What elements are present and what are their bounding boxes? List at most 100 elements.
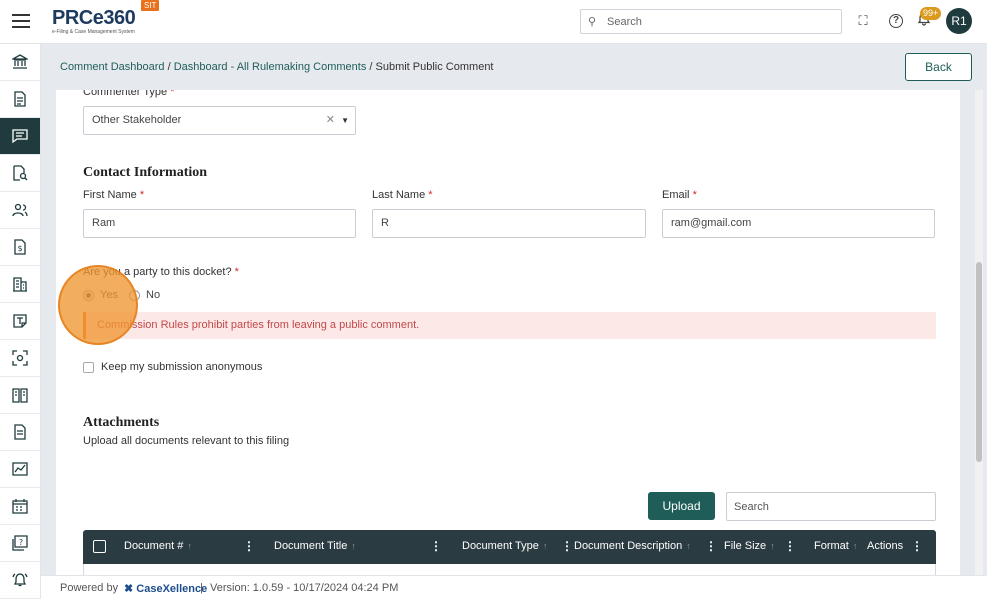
sort-icon[interactable]: ↑ xyxy=(543,541,548,551)
breadcrumb-all-rulemaking-comments[interactable]: Dashboard - All Rulemaking Comments xyxy=(174,61,367,73)
party-question-label: Are you a party to this docket? * xyxy=(83,266,239,278)
help-icon[interactable]: ? xyxy=(889,14,903,28)
dollar-document-icon: $ xyxy=(14,239,26,255)
sort-icon[interactable]: ↑ xyxy=(853,541,858,551)
commenter-type-label: Commenter Type * xyxy=(83,90,175,98)
table-row xyxy=(83,564,936,575)
sidebar-item-scan[interactable] xyxy=(0,340,40,377)
email-label: Email * xyxy=(662,189,697,201)
sidebar-item-comments[interactable] xyxy=(0,118,40,155)
search-icon: ⚲ xyxy=(588,16,597,28)
svg-text:$: $ xyxy=(17,244,22,253)
email-field[interactable]: ram@gmail.com xyxy=(662,209,935,238)
user-avatar[interactable]: R1 xyxy=(946,8,972,34)
col-file-size[interactable]: File Size ↑ xyxy=(724,540,775,552)
sort-icon[interactable]: ↑ xyxy=(187,541,192,551)
book-icon xyxy=(12,388,28,403)
file-icon xyxy=(14,424,26,440)
hamburger-menu-icon[interactable] xyxy=(12,14,30,28)
col-document-description[interactable]: Document Description ↑ xyxy=(574,540,691,552)
col-document-type[interactable]: Document Type ↑ xyxy=(462,540,547,552)
sort-icon[interactable]: ↑ xyxy=(686,541,691,551)
column-menu-icon[interactable]: ⋮ xyxy=(430,539,442,553)
sidebar-item-organizations[interactable] xyxy=(0,266,40,303)
upload-button[interactable]: Upload xyxy=(648,492,715,520)
sidebar-item-calendar[interactable] xyxy=(0,488,40,525)
svg-text:?: ? xyxy=(19,538,23,547)
caret-down-icon[interactable]: ▼ xyxy=(341,107,349,134)
top-bar: PRCe360 e-Filing & Case Management Syste… xyxy=(0,0,987,44)
party-yes-label[interactable]: Yes xyxy=(100,289,118,301)
column-menu-icon[interactable]: ⋮ xyxy=(784,539,796,553)
col-document-number[interactable]: Document # ↑ xyxy=(124,540,192,552)
attachments-table-header: Document # ↑ ⋮ Document Title ↑ ⋮ Document… xyxy=(83,530,936,564)
clear-icon[interactable]: ✕ xyxy=(326,107,335,134)
column-menu-icon[interactable]: ⋮ xyxy=(705,539,717,553)
sidebar: $ ? xyxy=(0,44,41,599)
notification-count-badge: 99+ xyxy=(920,7,942,20)
column-menu-icon[interactable]: ⋮ xyxy=(243,539,255,553)
calendar-icon xyxy=(12,499,28,514)
anonymous-checkbox[interactable] xyxy=(83,362,94,373)
comment-icon xyxy=(12,129,28,144)
building-icon xyxy=(13,277,27,292)
global-search-input[interactable] xyxy=(607,13,832,30)
attachments-heading: Attachments xyxy=(83,415,160,430)
sidebar-item-users[interactable] xyxy=(0,192,40,229)
col-document-title[interactable]: Document Title ↑ xyxy=(274,540,356,552)
template-icon xyxy=(13,314,27,328)
party-yes-radio[interactable] xyxy=(83,290,94,301)
sort-icon[interactable]: ↑ xyxy=(770,541,775,551)
last-name-field[interactable]: R xyxy=(372,209,646,238)
party-no-label[interactable]: No xyxy=(146,289,160,301)
commenter-type-value: Other Stakeholder xyxy=(92,114,182,126)
sidebar-item-doc-search[interactable] xyxy=(0,155,40,192)
column-menu-icon[interactable]: ⋮ xyxy=(911,539,923,553)
anonymous-label[interactable]: Keep my submission anonymous xyxy=(101,361,262,373)
attachments-subtext: Upload all documents relevant to this fi… xyxy=(83,435,290,447)
sidebar-item-help[interactable]: ? xyxy=(0,525,40,562)
sidebar-item-library[interactable] xyxy=(0,377,40,414)
logo-text: PRCe360 xyxy=(52,7,136,29)
help-doc-icon: ? xyxy=(12,535,28,551)
sort-icon[interactable]: ↑ xyxy=(351,541,356,551)
back-button[interactable]: Back xyxy=(905,53,972,81)
global-search: ⚲ xyxy=(580,9,842,34)
environment-badge: SIT xyxy=(141,0,160,11)
breadcrumb: Comment Dashboard / Dashboard - All Rule… xyxy=(60,61,494,73)
party-error-text: Commission Rules prohibit parties from l… xyxy=(97,319,420,331)
contact-information-heading: Contact Information xyxy=(83,165,208,180)
col-actions: Actions xyxy=(867,540,904,552)
app-logo[interactable]: PRCe360 e-Filing & Case Management Syste… xyxy=(52,8,162,38)
column-menu-icon[interactable]: ⋮ xyxy=(561,539,573,553)
sidebar-item-documents[interactable] xyxy=(0,81,40,118)
sidebar-item-files[interactable] xyxy=(0,414,40,451)
first-name-label: First Name * xyxy=(83,189,145,201)
version-text: Version: 1.0.59 - 10/17/2024 04:24 PM xyxy=(210,582,399,594)
breadcrumb-current: Submit Public Comment xyxy=(375,61,494,73)
logo-subtitle: e-Filing & Case Management System xyxy=(52,29,135,35)
attachments-search-input[interactable] xyxy=(726,492,936,521)
sidebar-item-fees[interactable]: $ xyxy=(0,229,40,266)
sidebar-item-reports[interactable] xyxy=(0,451,40,488)
scrollbar-thumb[interactable] xyxy=(976,262,982,462)
fullscreen-icon[interactable]: ⛶ xyxy=(854,12,872,30)
chart-icon xyxy=(12,462,28,476)
page-scrollbar[interactable] xyxy=(975,90,983,575)
party-no-radio[interactable] xyxy=(129,290,140,301)
users-icon xyxy=(12,203,28,217)
bank-icon xyxy=(12,54,28,69)
breadcrumb-separator: / xyxy=(164,61,174,73)
sidebar-item-templates[interactable] xyxy=(0,303,40,340)
select-all-checkbox[interactable] xyxy=(93,540,106,553)
sidebar-item-bank[interactable] xyxy=(0,44,40,81)
col-format[interactable]: Format ↑ xyxy=(814,540,857,552)
commenter-type-select[interactable]: Other Stakeholder ✕ ▼ xyxy=(83,106,356,135)
breadcrumb-comment-dashboard[interactable]: Comment Dashboard xyxy=(60,61,165,73)
first-name-field[interactable]: Ram xyxy=(83,209,356,238)
sidebar-item-alerts[interactable] xyxy=(0,562,40,599)
last-name-label: Last Name * xyxy=(372,189,433,201)
party-error-alert: Commission Rules prohibit parties from l… xyxy=(83,312,936,339)
breadcrumb-separator: / xyxy=(366,61,376,73)
casexellence-mark-icon: ✖ xyxy=(124,583,134,595)
